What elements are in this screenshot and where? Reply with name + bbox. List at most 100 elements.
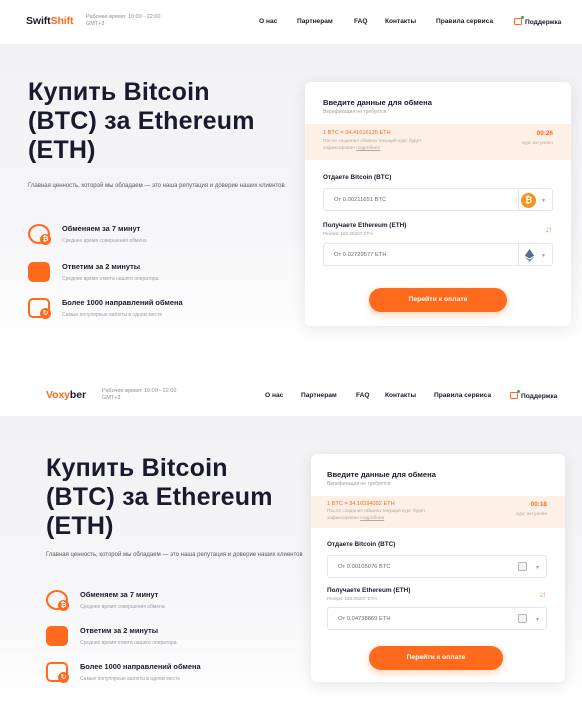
wallet-icon: ↻ — [28, 298, 51, 319]
rate-note: После создания обмена текущий курс будет… — [327, 509, 425, 522]
logo[interactable]: SwiftShift — [26, 15, 74, 27]
nav-contacts[interactable]: Контакты — [385, 392, 416, 399]
swiftshift-page: SwiftShift Рабочее время: 10:00 - 22:00 … — [0, 0, 582, 352]
form-subtitle: Верификация не требуется — [327, 481, 391, 487]
get-amount-field[interactable]: От 0.04738869 ETH ▼ — [327, 607, 547, 630]
feature-subtitle: Среднее время совершения обмена — [62, 238, 147, 244]
exchange-rate: 1 BTC = 34.41616135 ETH — [323, 130, 391, 136]
proceed-to-payment-button[interactable]: Перейти к оплате — [369, 646, 503, 670]
site-header: Voxyber Рабочее время: 10:00 - 22:00 GMT… — [0, 370, 582, 416]
voxyber-page: Voxyber Рабочее время: 10:00 - 22:00 GMT… — [0, 370, 582, 709]
nav-faq[interactable]: FAQ — [356, 392, 370, 399]
give-label: Отдаете Bitcoin (BTC) — [327, 541, 396, 548]
feature-title: Ответим за 2 минуты — [62, 262, 141, 271]
broken-image-icon — [518, 614, 527, 623]
get-currency-select[interactable]: ▼ — [518, 244, 552, 265]
swap-arrows-icon[interactable]: ↓↑ — [539, 590, 546, 599]
logo[interactable]: Voxyber — [46, 389, 86, 401]
feature-subtitle: Среднее время ответа нашего оператора — [80, 640, 177, 646]
chat-icon — [46, 626, 68, 646]
site-header: SwiftShift Рабочее время: 10:00 - 22:00 … — [0, 0, 582, 44]
broken-image-icon — [518, 562, 527, 571]
give-currency-select[interactable]: ▼ — [512, 556, 546, 577]
support-icon — [514, 16, 524, 25]
feature-subtitle: Самые популярные валюты в одном месте — [80, 676, 181, 682]
give-currency-select[interactable]: ₿ ▼ — [518, 189, 552, 210]
swap-arrows-icon[interactable]: ↓↑ — [545, 225, 552, 234]
eth-icon — [524, 248, 535, 263]
feature-title: Более 1000 направлений обмена — [80, 662, 201, 671]
nav-partners[interactable]: Партнерам — [301, 392, 337, 399]
nav-rules[interactable]: Правила сервиса — [434, 392, 491, 399]
rate-timer: 00:18 — [530, 501, 547, 508]
more-link[interactable]: подробнее — [360, 516, 384, 521]
work-hours-text: Рабочее время: 10:00 - 22:00 — [86, 14, 161, 20]
feature-subtitle: Среднее время совершения обмена — [80, 604, 165, 610]
feature-item: ↻ Более 1000 направлений обмена Самые поп… — [46, 662, 201, 683]
feature-item: Ответим за 2 минуты Среднее время ответа … — [46, 626, 177, 646]
give-amount-value: От 0.00105076 BTC — [338, 564, 391, 570]
nav-rules[interactable]: Правила сервиса — [436, 18, 493, 25]
proceed-to-payment-button[interactable]: Перейти к оплате — [369, 288, 507, 312]
support-label: Поддержка — [521, 393, 558, 400]
get-currency-select[interactable]: ▼ — [512, 608, 546, 629]
logo-main: Voxy — [46, 389, 70, 401]
title-line: Купить Bitcoin — [46, 454, 228, 482]
nav-contacts[interactable]: Контакты — [385, 18, 416, 25]
coin-exchange-icon: ₿ — [46, 590, 69, 611]
page-divider — [0, 352, 582, 370]
wallet-icon: ↻ — [46, 662, 69, 683]
chevron-down-icon: ▼ — [541, 253, 546, 259]
nav-support[interactable]: Поддержка — [514, 16, 561, 26]
get-amount-value: От 0.04738869 ETH — [338, 616, 391, 622]
title-line: (ETH) — [28, 136, 96, 164]
timezone-text: GMT+3 — [102, 395, 121, 401]
nav-support[interactable]: Поддержка — [510, 390, 558, 400]
give-label: Отдаете Bitcoin (BTC) — [323, 174, 392, 181]
give-amount-field[interactable]: От 0.00211651 BTC ₿ ▼ — [323, 188, 553, 211]
nav-faq[interactable]: FAQ — [354, 18, 368, 25]
hero-section: Купить Bitcoin (BTC) за Ethereum (ETH) Г… — [0, 416, 582, 709]
chevron-down-icon: ▼ — [535, 565, 540, 571]
feature-item: ₿ Обменяем за 7 минут Среднее время совер… — [46, 590, 165, 611]
work-hours: Рабочее время: 10:00 - 22:00 GMT+3 — [102, 388, 176, 402]
exchange-form-card: Введите данные для обмена Верификация не… — [305, 82, 571, 326]
feature-item: ↻ Более 1000 направлений обмена Самые поп… — [28, 298, 183, 319]
feature-title: Ответим за 2 минуты — [80, 626, 159, 635]
page-title: Купить Bitcoin (BTC) за Ethereum (ETH) — [46, 454, 273, 541]
rate-note-line: зафиксирован — [323, 145, 355, 151]
work-hours-text: Рабочее время: 10:00 - 22:00 — [102, 388, 177, 394]
get-label: Получаете Ethereum (ETH) — [327, 587, 411, 594]
more-link[interactable]: подробнее — [356, 146, 380, 151]
form-subtitle: Верификация не требуется — [323, 109, 387, 115]
rate-panel: 1 BTC = 34.16594092 ETH После создания о… — [311, 496, 565, 528]
timezone-text: GMT+3 — [86, 21, 105, 27]
give-amount-value: От 0.00211651 BTC — [334, 197, 387, 203]
form-title: Введите данные для обмена — [327, 470, 436, 479]
feature-subtitle: Самые популярные валюты в одном месте — [62, 312, 163, 318]
rate-timer-note: курс актуален — [515, 512, 547, 517]
title-line: Купить Bitcoin — [28, 78, 210, 106]
reserve-text: Резерв: 160.05207 ETH — [323, 231, 373, 236]
logo-main: Swift — [26, 15, 51, 27]
give-amount-field[interactable]: От 0.00105076 BTC ▼ — [327, 555, 547, 578]
chevron-down-icon: ▼ — [541, 198, 546, 204]
exchange-form-card: Введите данные для обмена Верификация не… — [311, 454, 565, 682]
rate-note: После создания обмена текущий курс будет… — [323, 139, 421, 152]
rate-panel: 1 BTC = 34.41616135 ETH После создания о… — [305, 124, 571, 160]
rate-timer-note: курс актуален — [521, 141, 553, 146]
form-title: Введите данные для обмена — [323, 98, 432, 107]
page-title: Купить Bitcoin (BTC) за Ethereum (ETH) — [28, 78, 255, 165]
feature-item: Ответим за 2 минуты Среднее время ответа … — [28, 262, 159, 282]
logo-accent: Shift — [50, 15, 74, 27]
get-amount-field[interactable]: От 0.02729577 ETH ▼ — [323, 243, 553, 266]
reserve-text: Резерв: 160.05207 ETH — [327, 596, 377, 601]
rate-note-line: зафиксирован — [327, 515, 359, 521]
rate-timer: 00:26 — [536, 130, 553, 137]
hero-section: Купить Bitcoin (BTC) за Ethereum (ETH) Г… — [0, 44, 582, 352]
nav-about[interactable]: О нас — [259, 18, 277, 25]
get-amount-value: От 0.02729577 ETH — [334, 252, 387, 258]
nav-about[interactable]: О нас — [265, 392, 283, 399]
nav-partners[interactable]: Партнерам — [297, 18, 333, 25]
coin-exchange-icon: ₿ — [28, 224, 51, 245]
